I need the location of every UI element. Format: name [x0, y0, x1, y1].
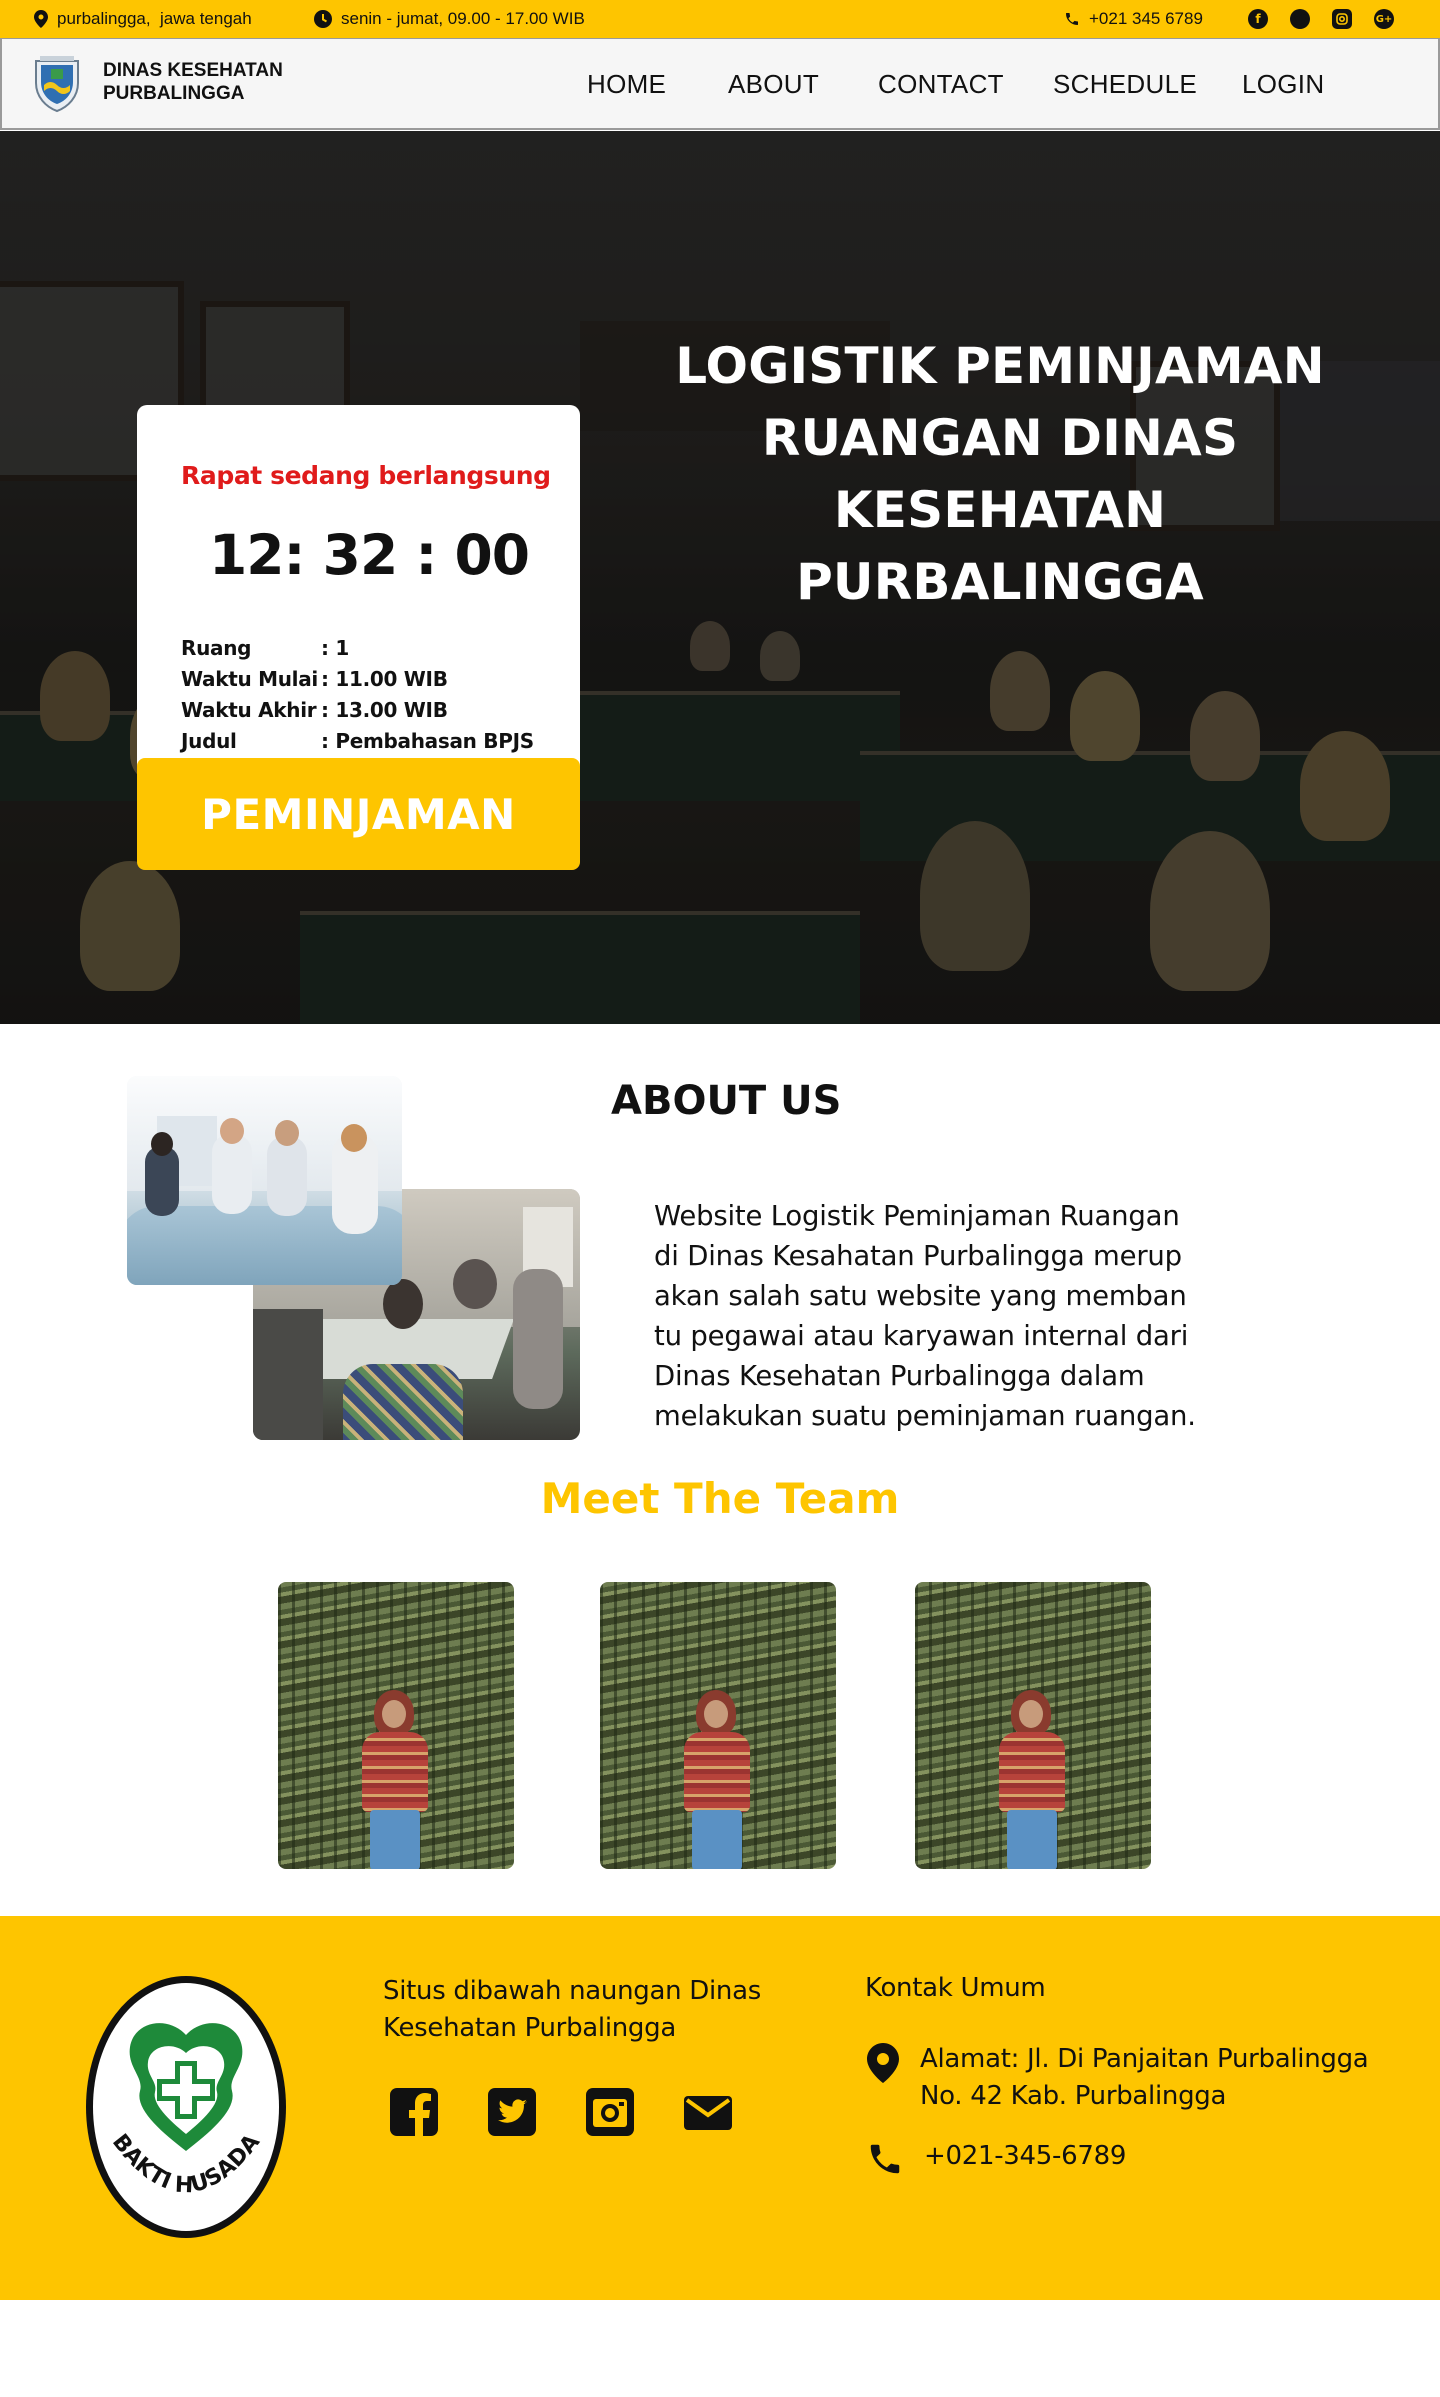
facebook-icon[interactable]: f	[1248, 9, 1268, 29]
hero-title-line-3: KESEHATAN PURBALINGGA	[796, 481, 1204, 611]
location-text: purbalingga, jawa tengah	[57, 9, 252, 28]
hero-title-line-2: RUANGAN DINAS	[761, 409, 1239, 467]
mail-icon[interactable]	[682, 2086, 734, 2138]
meeting-detail-row: Judul : Pembahasan BPJS	[181, 726, 534, 757]
address-line-1: Alamat: Jl. Di Panjaitan Purbalingga	[920, 2044, 1369, 2074]
footer-about-line-2: Kesehatan Purbalingga	[383, 2013, 676, 2043]
instagram-icon[interactable]	[584, 2086, 636, 2138]
phone-text: +021 345 6789	[1089, 9, 1203, 28]
footer-about: Situs dibawah naungan Dinas Kesehatan Pu…	[383, 1973, 783, 2047]
nav-schedule[interactable]: SCHEDULE	[1053, 69, 1197, 100]
twitter-icon[interactable]	[1290, 9, 1310, 29]
phone-info[interactable]: +021 345 6789	[1064, 0, 1203, 38]
purbalingga-emblem-icon[interactable]	[32, 55, 82, 113]
footer-about-line-1: Situs dibawah naungan Dinas	[383, 1976, 761, 2006]
bakti-husada-logo: BAKTI HUSADA	[86, 1976, 286, 2238]
hero-title-line-1: LOGISTIK PEMINJAMAN	[675, 337, 1325, 395]
hours-info: senin - jumat, 09.00 - 17.00 WIB	[314, 0, 585, 38]
address-line-2: No. 42 Kab. Purbalingga	[920, 2081, 1227, 2111]
clock-icon	[314, 10, 332, 28]
social-links: f G+	[1248, 0, 1394, 38]
hours-text: senin - jumat, 09.00 - 17.00 WIB	[341, 9, 585, 28]
about-line: tu pegawai atau karyawan internal dari	[654, 1320, 1189, 1352]
about-line: melakukan suatu peminjaman ruangan.	[654, 1400, 1196, 1432]
meeting-detail-row: Waktu Akhir: 13.00 WIB	[181, 695, 534, 726]
nav-about[interactable]: ABOUT	[728, 69, 819, 100]
footer-phone-text: +021-345-6789	[924, 2141, 1127, 2171]
peminjaman-button[interactable]: PEMINJAMAN	[137, 758, 580, 870]
location-info: purbalingga, jawa tengah	[34, 0, 252, 38]
about-line: Website Logistik Peminjaman Ruangan	[654, 1200, 1180, 1232]
meeting-status-text: Rapat sedang berlangsung	[181, 461, 551, 490]
about-image-handshake	[127, 1076, 402, 1285]
team-member-photo[interactable]	[600, 1582, 836, 1869]
meeting-detail-row: Ruang : 1	[181, 633, 534, 664]
brand-line-2: PURBALINGGA	[103, 83, 245, 104]
about-description: Website Logistik Peminjaman Ruangan di D…	[654, 1196, 1214, 1436]
navbar: DINAS KESEHATAN PURBALINGGA HOME ABOUT C…	[0, 38, 1440, 130]
detail-key: Waktu Mulai	[181, 667, 318, 691]
hero-section: Rapat sedang berlangsung 12: 32 : 00 Rua…	[0, 131, 1440, 1024]
footer: BAKTI HUSADA Situs dibawah naungan Dinas…	[0, 1916, 1440, 2300]
brand-line-1: DINAS KESEHATAN	[103, 60, 283, 81]
about-title: ABOUT US	[611, 1078, 842, 1124]
nav-contact[interactable]: CONTACT	[878, 69, 1004, 100]
footer-social-icons	[388, 2086, 734, 2138]
brand-name[interactable]: DINAS KESEHATAN PURBALINGGA	[103, 59, 283, 105]
nav-home[interactable]: HOME	[587, 69, 666, 100]
detail-value: : 11.00 WIB	[321, 667, 448, 691]
detail-key: Judul	[181, 729, 237, 753]
detail-value: : 13.00 WIB	[321, 698, 448, 722]
phone-icon	[1066, 13, 1078, 25]
top-info-bar: purbalingga, jawa tengah senin - jumat, …	[0, 0, 1440, 38]
detail-key: Waktu Akhir	[181, 698, 317, 722]
location-pin-icon	[867, 2043, 899, 2083]
contact-address: Alamat: Jl. Di Panjaitan Purbalingga No.…	[866, 2041, 1369, 2115]
detail-value: : 1	[321, 636, 349, 660]
location-pin-icon	[34, 10, 48, 28]
about-line: di Dinas Kesahatan Purbalingga merup	[654, 1240, 1182, 1272]
instagram-icon[interactable]	[1332, 9, 1352, 29]
meeting-detail-row: Waktu Mulai: 11.00 WIB	[181, 664, 534, 695]
meeting-clock: 12: 32 : 00	[209, 523, 530, 587]
facebook-icon[interactable]	[388, 2086, 440, 2138]
team-member-photo[interactable]	[278, 1582, 514, 1869]
about-line: akan salah satu website yang memban	[654, 1280, 1187, 1312]
meeting-details: Ruang : 1 Waktu Mulai: 11.00 WIB Waktu Ak…	[181, 633, 534, 757]
twitter-icon[interactable]	[486, 2086, 538, 2138]
detail-key: Ruang	[181, 636, 252, 660]
contact-phone[interactable]: +021-345-6789	[866, 2138, 1126, 2178]
detail-value: : Pembahasan BPJS	[321, 729, 534, 753]
google-plus-icon[interactable]: G+	[1374, 9, 1394, 29]
about-line: Dinas Kesehatan Purbalingga dalam	[654, 1360, 1145, 1392]
team-member-photo[interactable]	[915, 1582, 1151, 1869]
team-title: Meet The Team	[540, 1474, 900, 1523]
contact-title: Kontak Umum	[865, 1973, 1046, 2003]
hero-title: LOGISTIK PEMINJAMAN RUANGAN DINAS KESEHA…	[640, 330, 1360, 618]
phone-icon	[870, 2144, 900, 2174]
nav-login[interactable]: LOGIN	[1242, 69, 1324, 100]
